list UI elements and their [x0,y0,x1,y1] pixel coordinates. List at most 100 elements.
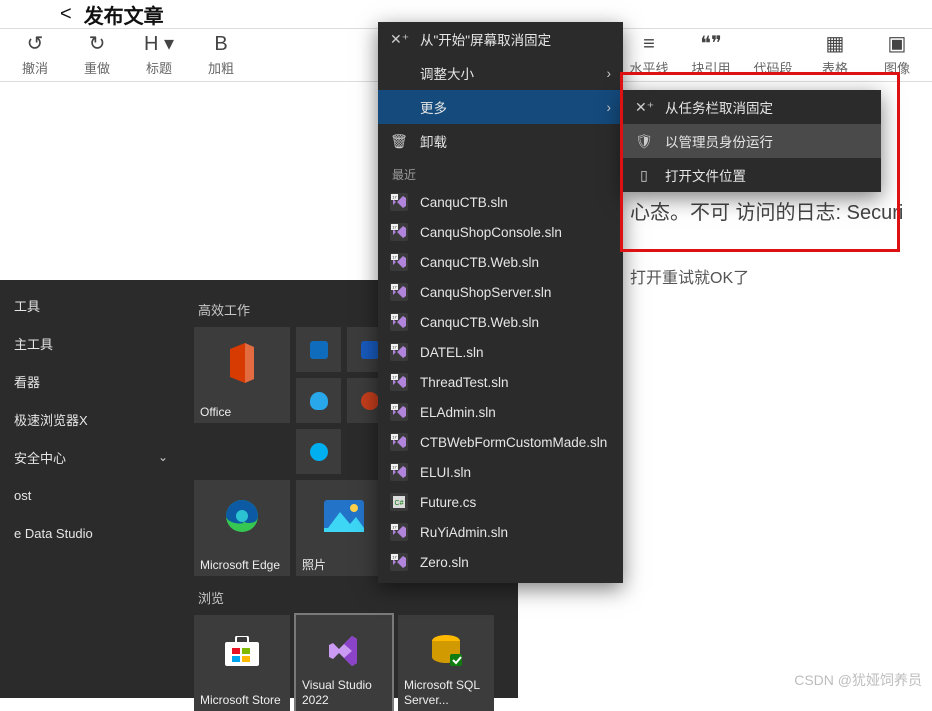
unpin-icon: ✕⁺ [390,31,408,48]
rail-label: ost [14,488,31,503]
svg-text:17: 17 [392,405,397,410]
recent-file[interactable]: 17CTBWebFormCustomMade.sln [378,427,623,457]
recent-file[interactable]: 17CanquShopConsole.sln [378,217,623,247]
recent-file[interactable]: 17CanquCTB.sln [378,187,623,217]
rail-label: 主工具 [14,334,53,353]
recent-file[interactable]: 17CanquCTB.Web.sln [378,307,623,337]
menu-label: 调整大小 [420,63,474,83]
recent-file[interactable]: 17 ELAdmin.sln [378,397,623,427]
trash-icon: 🗑 [390,133,408,150]
toolbar-标题[interactable]: H ▾标题 [128,33,190,77]
toolbar-加粗[interactable]: B 加粗 [190,33,252,77]
sln-icon: 17 [390,463,408,481]
rail-label: 工具 [14,296,40,315]
toolbar-图像[interactable]: ▣图像 [866,33,928,77]
back-chevron-icon[interactable]: < [60,3,72,26]
shield-icon: 🛡 [635,133,653,150]
tile-label: Office [200,405,286,419]
svg-text:17: 17 [392,255,397,260]
recent-file[interactable]: 17 CanquShopServer.sln [378,277,623,307]
svg-text:17: 17 [392,225,397,230]
chevron-right-icon: › [607,66,612,81]
section-label: 浏览 [198,588,514,607]
watermark: CSDN @犹娅饲养员 [794,670,922,690]
rail-item[interactable]: 安全中心⌄ [0,438,182,476]
rail-item[interactable]: 极速浏览器X [0,400,182,438]
toolbar-撤消[interactable]: ↺撤消 [4,33,66,77]
outlook-icon [310,341,328,359]
sln-icon: 17 [390,433,408,451]
toolbar-icon: B [214,33,227,55]
tile-label: 照片 [302,558,388,572]
svg-text:17: 17 [392,285,397,290]
start-left-rail: 工具主工具看器极速浏览器X安全中心⌄ ost e Data Studio [0,280,182,698]
toolbar-重做[interactable]: ↻重做 [66,33,128,77]
unpin-icon: ✕⁺ [635,99,653,116]
file-name: ThreadTest.sln [420,375,509,390]
menu-label: 更多 [420,97,447,117]
file-name: DATEL.sln [420,345,484,360]
toolbar-水平线[interactable]: ≡水平线 [618,33,680,77]
recent-file[interactable]: 17CanquCTB.Web.sln [378,247,623,277]
tile-skype[interactable] [296,429,341,474]
sln-icon: 17 [390,253,408,271]
file-name: ELAdmin.sln [420,405,496,420]
file-name: CanquCTB.Web.sln [420,315,539,330]
toolbar-块引用[interactable]: ❝❞块引用 [680,33,742,77]
toolbar-代码段[interactable]: 代码段 [742,33,804,77]
toolbar-icon: ≡ [643,33,655,55]
toolbar-icon: H ▾ [144,33,174,55]
recent-file[interactable]: 17ELUI.sln [378,457,623,487]
sln-icon: 17 [390,373,408,391]
menu-label: 从"开始"屏幕取消固定 [420,29,551,49]
menu-unpin-start[interactable]: ✕⁺ 从"开始"屏幕取消固定 [378,22,623,56]
submenu-run-admin[interactable]: 🛡 以管理员身份运行 [623,124,881,158]
store-icon [225,636,259,666]
sln-icon: 17 [390,553,408,571]
rail-item[interactable]: e Data Studio [0,514,182,552]
powerpoint-icon [361,392,379,410]
tile-onedrive[interactable] [296,378,341,423]
tile-visual-studio[interactable]: Visual Studio 2022 [296,615,392,711]
rail-item[interactable]: 看器 [0,362,182,400]
submenu-unpin-taskbar[interactable]: ✕⁺ 从任务栏取消固定 [623,90,881,124]
recent-label: 最近 [378,158,623,187]
menu-resize[interactable]: 调整大小 › [378,56,623,90]
svg-text:17: 17 [392,195,397,200]
toolbar-label: 加粗 [208,58,234,77]
recent-file[interactable]: 17 Zero.sln [378,547,623,577]
tile-outlook[interactable] [296,327,341,372]
chevron-right-icon: › [607,100,612,115]
rail-item[interactable]: 工具 [0,286,182,324]
recent-file[interactable]: C#Future.cs [378,487,623,517]
page-title: 发布文章 [84,0,164,29]
sln-icon: 17 [390,523,408,541]
submenu-open-location[interactable]: ▯ 打开文件位置 [623,158,881,192]
toolbar-label: 表格 [822,58,848,77]
tile-sql-server[interactable]: Microsoft SQL Server... [398,615,494,711]
skype-icon [310,443,328,461]
sql-server-icon [430,634,462,668]
office-icon [225,343,259,383]
tile-store[interactable]: Microsoft Store [194,615,290,711]
recent-file[interactable]: 17RuYiAdmin.sln [378,517,623,547]
recent-file[interactable]: 17 ThreadTest.sln [378,367,623,397]
rail-item[interactable]: 主工具 [0,324,182,362]
file-name: Zero.sln [420,555,469,570]
recent-file[interactable]: 17DATEL.sln [378,337,623,367]
toolbar-表格[interactable]: ▦表格 [804,33,866,77]
word-icon [361,341,379,359]
tile-office[interactable]: Office [194,327,290,423]
toolbar-label: 代码段 [753,58,792,77]
tile-label: Visual Studio 2022 [302,678,388,707]
menu-uninstall[interactable]: 🗑 卸载 [378,124,623,158]
svg-text:17: 17 [392,435,397,440]
rail-item[interactable]: ost [0,476,182,514]
doc-fragment: 心态。不可 访问的日志: Securi [630,195,903,231]
menu-label: 卸载 [420,131,447,151]
file-name: CanquShopServer.sln [420,285,551,300]
toolbar-icon: ↻ [89,33,106,55]
menu-more[interactable]: 更多 › [378,90,623,124]
tile-edge[interactable]: Microsoft Edge [194,480,290,576]
visual-studio-icon [327,634,361,668]
